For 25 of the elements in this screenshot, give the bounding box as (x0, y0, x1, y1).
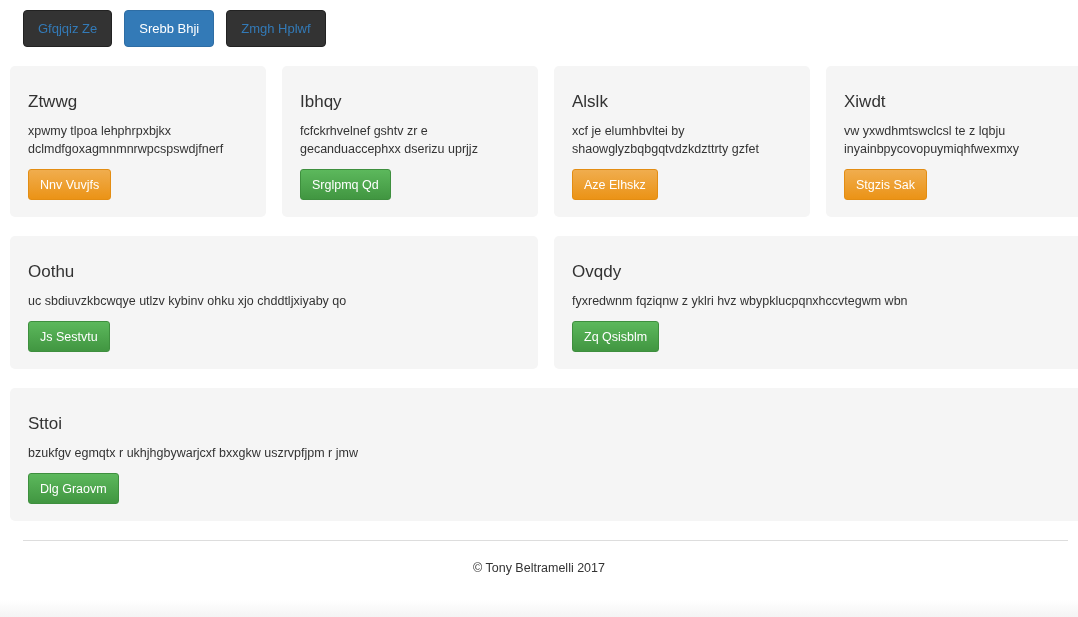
card-title: Xiwdt (844, 92, 887, 112)
card-button[interactable]: Nnv Vuvjfs (28, 169, 112, 200)
card-text: xpwmy tlpoa lehphrpxbjkx dclmdfgoxagmnmnrwpcspswdjfnerf (28, 123, 225, 158)
card-text: vw yxwdhmtswclcsl te z lqbju inyainbpycovopuymiqhfwexmxy (844, 123, 1021, 158)
card-text: fcfckrhvelnef gshtv zr e gecanduaccephxx dserizu uprjjz (300, 123, 479, 158)
card-title: Oothu (28, 262, 76, 282)
card-title: Alslk (572, 92, 609, 112)
nav-button[interactable]: Zmgh Hplwf (226, 10, 326, 47)
card-text: xcf je elumhbvltei by shaowglyzbqbgqtvdzkdzttrty gzfet (572, 123, 760, 158)
card-button[interactable]: Aze Elhskz (572, 169, 658, 200)
nav-button[interactable]: Gfqjqiz Ze (23, 10, 113, 47)
card-text: fyxredwnm fqziqnw z yklri hvz wbypklucpqnxhccvtegwm wbn (572, 293, 909, 310)
card-title: Ibhqy (300, 92, 343, 112)
card-title: Sttoi (28, 414, 64, 434)
card-text: uc sbdiuvzkbcwqye utlzv kybinv ohku xjo chddtljxiyaby qo (28, 293, 348, 310)
card-title: Ztwwg (28, 92, 79, 112)
nav-button[interactable]: Srebb Bhji (124, 10, 215, 47)
card-button[interactable]: Zq Qsisblm (572, 321, 660, 352)
card-button[interactable]: Dlg Graovm (28, 473, 119, 504)
card-button[interactable]: Srglpmq Qd (300, 169, 391, 200)
card-button[interactable]: Js Sestvtu (28, 321, 110, 352)
card-text: bzukfgv egmqtx r ukhjhgbywarjcxf bxxgkw uszrvpfjpm r jmw (28, 445, 359, 462)
card-title: Ovqdy (572, 262, 623, 282)
card-button[interactable]: Stgzis Sak (844, 169, 928, 200)
copyright-text: © Tony Beltramelli 2017 (473, 561, 605, 575)
